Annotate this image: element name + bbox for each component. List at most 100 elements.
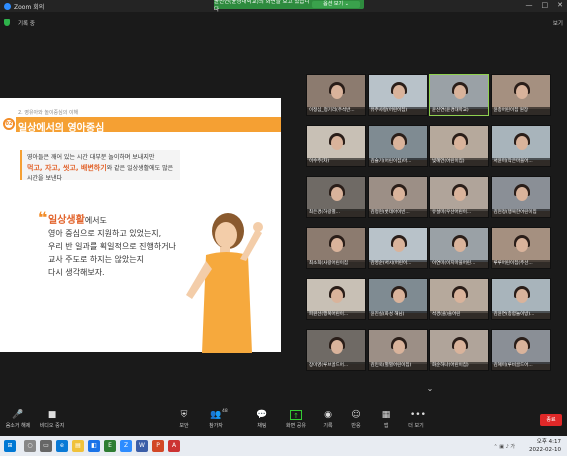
more-button[interactable]: ••• 더 보기 [400,410,432,429]
participant-video [307,279,365,313]
participant-video [430,75,488,109]
slide-breadcrumb: 2. 영유아와 놀이중심의 이해 [18,110,79,116]
powerpoint-icon[interactable]: P [152,440,164,452]
reactions-label: 반응 [351,423,361,429]
chat-label: 채팅 [257,423,267,429]
more-icon: ••• [410,410,426,420]
taskbar-clock[interactable]: 오후 4:17 2022-02-10 [529,438,561,454]
participant-name: 화순하나(어린이집) [430,362,488,370]
participant-tile[interactable]: 빛혜언(어린이집) [429,125,489,167]
participant-face [454,289,466,303]
maximize-icon[interactable]: □ [542,1,549,9]
pdf-icon[interactable]: A [168,440,180,452]
system-tray[interactable]: ⌃ ▣ ♪ 가 [494,443,515,450]
search-icon[interactable]: ○ [24,440,36,452]
store-icon[interactable]: ◧ [88,440,100,452]
participant-face [331,289,343,303]
shield-icon[interactable] [4,19,10,26]
participant-tile[interactable]: 김윤연(종합놀이방)... [490,278,551,320]
reactions-button[interactable]: ☺ 반응 [340,410,372,429]
participant-face [454,238,466,252]
participants-button[interactable]: 👥 참가자 48 [200,409,232,429]
participant-tile[interactable]: 피원선(행복어린이... [306,278,366,320]
participant-tile[interactable]: 윤신연(윤경대학교) [429,74,489,116]
participant-name: 최은경(하랑별... [307,209,365,217]
edge-browser-icon[interactable]: e [56,440,68,452]
participants-icon: 👥 [210,410,222,420]
word-icon[interactable]: W [136,440,148,452]
end-meeting-button[interactable]: 종료 [540,414,562,426]
share-label: 화면 공유 [286,423,306,429]
video-button[interactable]: ■ 비디오 중지 [36,410,68,429]
window-title: Zoom 회의 [14,4,45,11]
participant-face [392,289,405,303]
participant-tile[interactable]: 최소희(사랑어린이집 [306,227,366,269]
participant-tile[interactable]: 김영순(서시(어린이... [367,227,428,269]
participant-tile[interactable]: 루루어린이집(주선... [490,227,551,269]
participant-tile[interactable]: 김민욱(별별어린이집) [367,329,428,371]
participant-tile[interactable]: 장미영(루브골드어... [306,329,366,371]
participant-tile[interactable]: 유설미(우산어린이... [429,176,489,218]
zoom-logo-icon [4,3,11,10]
participant-tile[interactable]: 최은경(하랑별... [306,176,366,218]
video-label: 비디오 중지 [39,423,65,429]
security-button[interactable]: ⛨ 보안 [168,410,200,429]
more-label: 더 보기 [408,423,424,429]
participant-name: 윤종어린이집 원장 [491,107,550,115]
participant-video [307,126,365,160]
participant-tile[interactable]: 김정현(롯데아이빈... [367,176,428,218]
participant-tile[interactable]: 김혜미(루비골드어... [490,329,551,371]
gallery-scroll-down-icon[interactable]: ⌄ [422,384,438,394]
file-explorer-icon[interactable]: ▤ [72,440,84,452]
participant-name: 김영순(서시(어린이... [368,260,427,268]
clock-date: 2022-02-10 [529,447,561,453]
security-label: 보안 [179,423,189,429]
participant-face [515,289,528,303]
participant-video [430,126,488,160]
participant-name: 김윤연(종합놀이방)... [491,311,550,319]
participant-tile[interactable]: 이연미(이지마을어린... [429,227,489,269]
participant-tile[interactable]: 김현정(행복한어린이집 [490,176,551,218]
participant-face [331,136,343,150]
task-view-icon[interactable]: ▭ [40,440,52,452]
participant-video [368,126,427,160]
participant-tile[interactable]: 석경(솔)솔어린 [429,278,489,320]
participant-face [515,340,528,354]
participant-name: 김혜미(루비골드어... [491,362,550,370]
apps-button[interactable]: ▦ 앱 [370,410,402,429]
view-options-button[interactable]: 옵션 보기 ⌄ [312,1,360,8]
minimize-icon[interactable]: — [526,1,533,9]
app-icon[interactable]: E [104,440,116,452]
participant-video [491,330,550,364]
close-icon[interactable]: ✕ [557,1,563,9]
participant-tile[interactable]: 이수주(차) [306,125,366,167]
microphone-muted-icon: 🎤 [12,410,24,420]
window-controls: — □ ✕ [526,1,564,9]
info-line2: 먹고, 자고, 씻고, 배변하기와 같은 일상생활에도 많은 시간을 보낸다 [27,163,175,184]
info-highlight: 먹고, 자고, 씻고, 배변하기 [27,164,107,172]
security-icon: ⛨ [180,410,188,420]
zoom-taskbar-icon[interactable]: Z [120,440,132,452]
participant-tile[interactable]: 김슬기(어린이집)마... [367,125,428,167]
share-screen-button[interactable]: ↑ 화면 공유 [280,410,312,429]
video-icon: ■ [47,410,57,420]
participant-video [368,279,427,313]
participant-video [491,279,550,313]
participant-tile[interactable]: 서윤미(작은마을어... [490,125,551,167]
participant-name: 김정현(롯데아이빈... [368,209,427,217]
mute-button[interactable]: 🎤 음소거 해제 [2,410,34,429]
participant-tile[interactable]: 이정심_청기리(주석반... [306,74,366,116]
participant-face [454,187,466,201]
windows-start-icon[interactable]: ⊞ [4,440,16,452]
participant-name: 피원선(행복어린이... [307,311,365,319]
participant-video [430,228,488,262]
chat-button[interactable]: 💬 채팅 [246,410,278,429]
participant-tile[interactable]: 윤진실(화성 해님) [367,278,428,320]
participant-tile[interactable]: 윤종어린이집 원장 [490,74,551,116]
apps-icon: ▦ [381,410,391,420]
view-button[interactable]: 보기 [553,19,563,27]
participant-tile[interactable]: 유주사랑(어린이집) [367,74,428,116]
participant-tile[interactable]: 화순하나(어린이집) [429,329,489,371]
reactions-icon: ☺ [351,410,361,420]
app-title: Zoom 회의 [4,2,44,11]
